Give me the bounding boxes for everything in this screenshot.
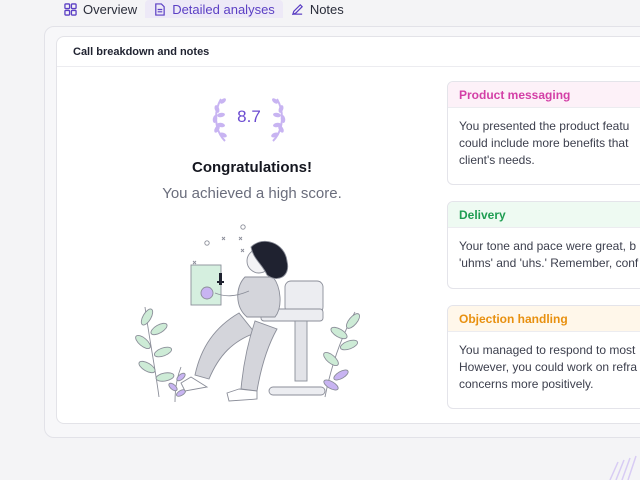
score-value: 8.7 <box>237 107 261 126</box>
feedback-delivery: Delivery Your tone and pace were great, … <box>447 201 640 289</box>
tab-label: Overview <box>83 1 138 17</box>
pencil-icon <box>291 3 303 15</box>
feedback-title: Product messaging <box>448 82 640 108</box>
grid-icon <box>64 2 77 16</box>
tab-notes[interactable]: Notes <box>283 0 352 18</box>
feedback-line: concerns more positively. <box>459 377 594 391</box>
congrats-heading: Congratulations! <box>192 159 312 176</box>
feedback-line: client's needs. <box>459 153 535 167</box>
feedback-text: Your tone and pace were great, b 'uhms' … <box>448 228 640 282</box>
feedback-line: You presented the product featu <box>459 119 630 133</box>
feedback-objection-handling: Objection handling You managed to respon… <box>447 305 640 409</box>
woman-sitting-illustration <box>135 224 360 402</box>
feedback-title: Objection handling <box>448 306 640 332</box>
card-title: Call breakdown and notes <box>57 37 640 67</box>
feedback-line: You managed to respond to most <box>459 343 636 357</box>
tab-overview[interactable]: Overview <box>56 0 145 18</box>
tab-label: Detailed analyses <box>172 1 275 17</box>
tab-bar: Overview Detailed analyses Notes <box>56 0 352 18</box>
score-badge: 8.7 <box>209 89 289 149</box>
feedback-title: Delivery <box>448 202 640 228</box>
score-subtitle: You achieved a high score. <box>162 185 342 202</box>
feedback-text: You presented the product featu could in… <box>448 108 640 179</box>
feedback-line: Your tone and pace were great, b <box>459 239 637 253</box>
tab-detailed-analyses[interactable]: Detailed analyses <box>145 0 283 18</box>
decorative-sprig-icon <box>609 455 637 480</box>
feedback-text: You managed to respond to most However, … <box>448 332 640 403</box>
tab-label: Notes <box>309 1 344 17</box>
feedback-line: However, you could work on refra <box>459 360 638 374</box>
feedback-line: could include more benefits that <box>459 136 629 150</box>
feedback-line: 'uhms' and 'uhs.' Remember, conf <box>459 256 639 270</box>
call-breakdown-card: Call breakdown and notes 8.7 Congratulat… <box>56 36 640 424</box>
feedback-product-messaging: Product messaging You presented the prod… <box>447 81 640 185</box>
document-icon <box>155 2 165 16</box>
